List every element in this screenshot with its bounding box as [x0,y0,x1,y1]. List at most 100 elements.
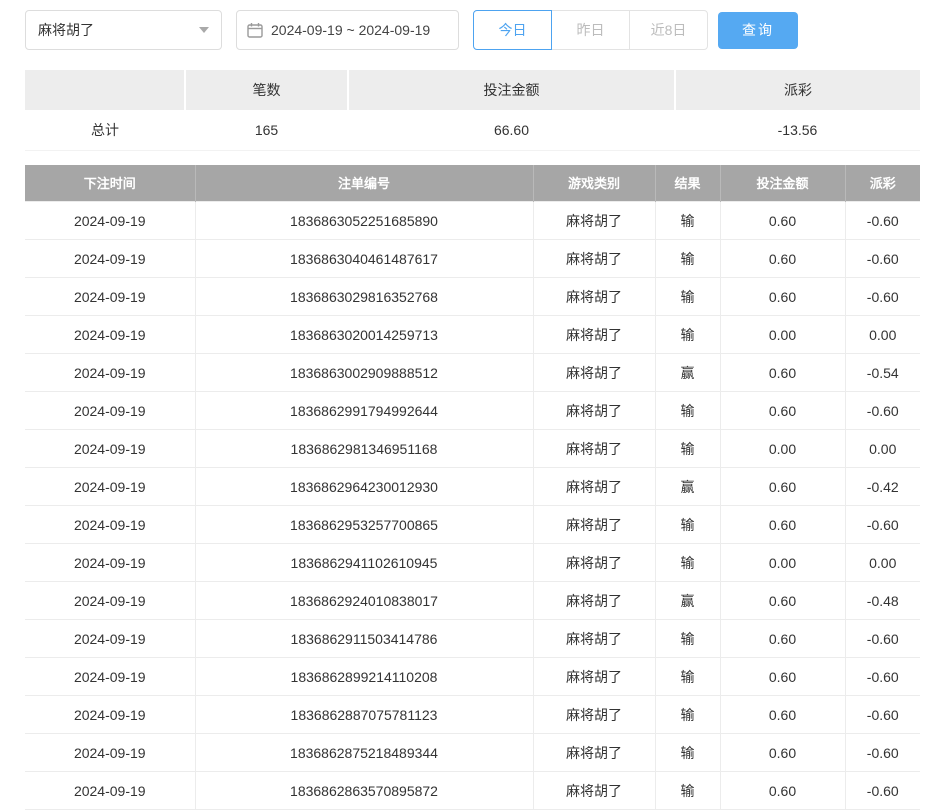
cell-game-type: 麻将胡了 [533,658,655,696]
cell-order-id: 1836862863570895872 [195,772,533,810]
chevron-down-icon [199,27,209,33]
cell-bet-time: 2024-09-19 [25,354,195,392]
quick-filter-last8days[interactable]: 近8日 [629,10,708,50]
cell-game-type: 麻将胡了 [533,316,655,354]
cell-result: 赢 [655,354,720,392]
cell-payout: 0.00 [845,430,920,468]
table-row: 2024-09-191836863040461487617麻将胡了输0.60-0… [25,240,920,278]
records-header-result: 结果 [655,165,720,202]
cell-bet-amount: 0.60 [720,582,845,620]
cell-game-type: 麻将胡了 [533,582,655,620]
summary-header-blank [25,70,185,110]
cell-result: 输 [655,734,720,772]
table-row: 2024-09-191836862911503414786麻将胡了输0.60-0… [25,620,920,658]
cell-bet-amount: 0.00 [720,316,845,354]
cell-bet-time: 2024-09-19 [25,582,195,620]
cell-game-type: 麻将胡了 [533,392,655,430]
game-select[interactable]: 麻将胡了 [25,10,222,50]
cell-bet-time: 2024-09-19 [25,430,195,468]
cell-payout: -0.60 [845,278,920,316]
cell-payout: 0.00 [845,316,920,354]
cell-game-type: 麻将胡了 [533,772,655,810]
cell-result: 输 [655,278,720,316]
cell-game-type: 麻将胡了 [533,506,655,544]
cell-payout: -0.60 [845,202,920,240]
cell-bet-amount: 0.60 [720,772,845,810]
summary-header-bet-amount: 投注金额 [348,70,675,110]
date-range-input[interactable]: 2024-09-19 ~ 2024-09-19 [236,10,459,50]
cell-order-id: 1836862991794992644 [195,392,533,430]
cell-game-type: 麻将胡了 [533,354,655,392]
game-select-value: 麻将胡了 [38,20,94,40]
cell-order-id: 1836862953257700865 [195,506,533,544]
cell-payout: 0.00 [845,544,920,582]
cell-bet-amount: 0.60 [720,734,845,772]
cell-order-id: 1836862887075781123 [195,696,533,734]
cell-order-id: 1836862964230012930 [195,468,533,506]
cell-bet-amount: 0.60 [720,468,845,506]
records-header-payout: 派彩 [845,165,920,202]
cell-result: 输 [655,620,720,658]
cell-order-id: 1836863040461487617 [195,240,533,278]
search-button[interactable]: 查询 [718,12,798,49]
cell-bet-time: 2024-09-19 [25,278,195,316]
cell-payout: -0.60 [845,620,920,658]
records-header-bet-amount: 投注金额 [720,165,845,202]
cell-result: 输 [655,430,720,468]
cell-bet-time: 2024-09-19 [25,620,195,658]
cell-result: 输 [655,696,720,734]
cell-bet-time: 2024-09-19 [25,392,195,430]
table-row: 2024-09-191836862924010838017麻将胡了赢0.60-0… [25,582,920,620]
cell-payout: -0.54 [845,354,920,392]
records-table: 下注时间 注单编号 游戏类别 结果 投注金额 派彩 2024-09-191836… [25,165,920,810]
quick-filter-today[interactable]: 今日 [473,10,552,50]
summary-table: 笔数 投注金额 派彩 总计 165 66.60 -13.56 [25,70,920,151]
cell-order-id: 1836863020014259713 [195,316,533,354]
cell-payout: -0.60 [845,392,920,430]
cell-bet-time: 2024-09-19 [25,772,195,810]
cell-bet-time: 2024-09-19 [25,696,195,734]
cell-game-type: 麻将胡了 [533,468,655,506]
cell-bet-amount: 0.60 [720,506,845,544]
cell-bet-time: 2024-09-19 [25,734,195,772]
cell-bet-time: 2024-09-19 [25,658,195,696]
table-row: 2024-09-191836863052251685890麻将胡了输0.60-0… [25,202,920,240]
cell-bet-amount: 0.60 [720,696,845,734]
cell-order-id: 1836862899214110208 [195,658,533,696]
cell-payout: -0.60 [845,772,920,810]
cell-bet-time: 2024-09-19 [25,202,195,240]
cell-order-id: 1836862941102610945 [195,544,533,582]
cell-order-id: 1836862924010838017 [195,582,533,620]
filter-toolbar: 麻将胡了 2024-09-19 ~ 2024-09-19 今日 昨日 近8日 查… [0,0,950,50]
records-header-game-type: 游戏类别 [533,165,655,202]
records-header-row: 下注时间 注单编号 游戏类别 结果 投注金额 派彩 [25,165,920,202]
cell-bet-amount: 0.60 [720,620,845,658]
summary-total-bet-amount: 66.60 [348,110,675,150]
summary-total-payout: -13.56 [675,110,920,150]
quick-filter-yesterday[interactable]: 昨日 [551,10,630,50]
cell-result: 输 [655,202,720,240]
cell-game-type: 麻将胡了 [533,278,655,316]
cell-bet-time: 2024-09-19 [25,468,195,506]
cell-bet-amount: 0.00 [720,544,845,582]
summary-header-payout: 派彩 [675,70,920,110]
table-row: 2024-09-191836862875218489344麻将胡了输0.60-0… [25,734,920,772]
summary-total-count: 165 [185,110,348,150]
cell-order-id: 1836862875218489344 [195,734,533,772]
cell-payout: -0.60 [845,696,920,734]
cell-result: 输 [655,506,720,544]
table-row: 2024-09-191836862863570895872麻将胡了输0.60-0… [25,772,920,810]
cell-bet-time: 2024-09-19 [25,544,195,582]
cell-payout: -0.60 [845,240,920,278]
cell-result: 输 [655,240,720,278]
cell-result: 输 [655,316,720,354]
cell-order-id: 1836863002909888512 [195,354,533,392]
cell-game-type: 麻将胡了 [533,544,655,582]
cell-game-type: 麻将胡了 [533,734,655,772]
cell-order-id: 1836863029816352768 [195,278,533,316]
cell-bet-time: 2024-09-19 [25,316,195,354]
cell-result: 输 [655,392,720,430]
cell-payout: -0.48 [845,582,920,620]
records-header-order-id: 注单编号 [195,165,533,202]
table-row: 2024-09-191836862991794992644麻将胡了输0.60-0… [25,392,920,430]
